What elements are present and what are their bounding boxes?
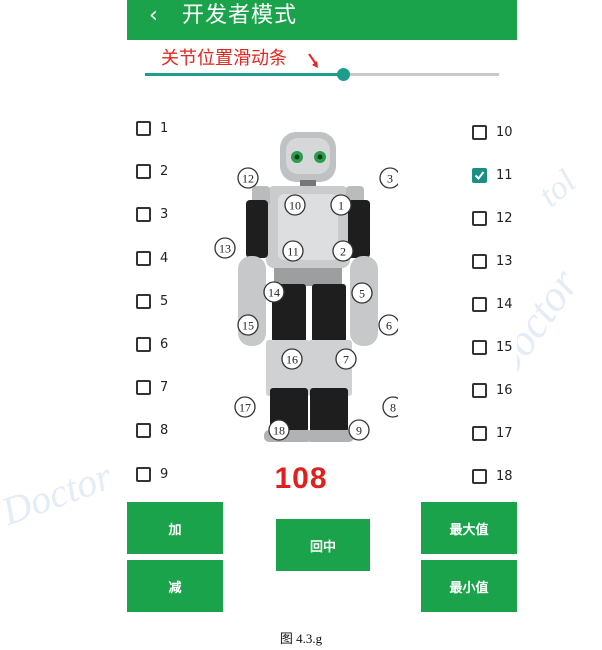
subtract-button[interactable]: 减 bbox=[127, 560, 223, 612]
svg-text:12: 12 bbox=[242, 172, 254, 186]
robot-illustration: 123456789101112131415161718 bbox=[214, 132, 398, 442]
joint-label-11: 11 bbox=[282, 240, 304, 262]
checkbox-unchecked-icon[interactable] bbox=[472, 125, 487, 140]
left-checkbox-2[interactable]: 2 bbox=[136, 164, 169, 180]
svg-text:10: 10 bbox=[289, 199, 301, 213]
joint-label-7: 7 bbox=[335, 348, 357, 370]
joint-label-8: 8 bbox=[382, 396, 398, 418]
checkbox-unchecked-icon[interactable] bbox=[136, 121, 151, 136]
slider-annotation: 关节位置滑动条 bbox=[161, 48, 287, 69]
svg-text:14: 14 bbox=[268, 286, 280, 300]
joint-label-6: 6 bbox=[378, 314, 398, 336]
checkbox-label: 2 bbox=[160, 164, 169, 180]
right-checkbox-11[interactable]: 11 bbox=[472, 168, 513, 183]
checkbox-label: 4 bbox=[160, 250, 169, 266]
right-checkbox-17[interactable]: 17 bbox=[472, 426, 513, 441]
checkbox-label: 6 bbox=[160, 337, 169, 352]
joint-label-13: 13 bbox=[214, 237, 236, 259]
checkbox-unchecked-icon[interactable] bbox=[136, 337, 151, 352]
checkbox-label: 11 bbox=[496, 168, 513, 183]
checkbox-unchecked-icon[interactable] bbox=[472, 254, 487, 269]
right-checkbox-14[interactable]: 14 bbox=[472, 297, 513, 312]
svg-text:15: 15 bbox=[242, 319, 254, 333]
joint-label-10: 10 bbox=[284, 194, 306, 216]
right-checkbox-10[interactable]: 10 bbox=[472, 125, 513, 140]
left-checkbox-5[interactable]: 5 bbox=[136, 293, 169, 309]
joint-label-15: 15 bbox=[237, 314, 259, 336]
app-bar: ‹ 开发者模式 bbox=[127, 0, 517, 40]
svg-text:18: 18 bbox=[273, 424, 285, 438]
slider-thumb[interactable] bbox=[337, 68, 351, 81]
checkbox-label: 1 bbox=[160, 121, 169, 136]
checkbox-label: 5 bbox=[160, 293, 169, 309]
left-checkbox-3[interactable]: 3 bbox=[136, 207, 169, 223]
page-title: 开发者模式 bbox=[182, 3, 298, 28]
checkbox-label: 10 bbox=[496, 125, 513, 140]
joint-value-display: 108 bbox=[274, 462, 328, 495]
joint-label-2: 2 bbox=[332, 240, 354, 262]
left-checkbox-6[interactable]: 6 bbox=[136, 337, 168, 352]
joint-label-14: 14 bbox=[263, 281, 285, 303]
joint-label-3: 3 bbox=[379, 167, 398, 189]
right-checkbox-12[interactable]: 12 bbox=[472, 211, 513, 226]
checkbox-unchecked-icon[interactable] bbox=[472, 383, 487, 398]
checkbox-unchecked-icon[interactable] bbox=[136, 423, 151, 439]
joint-position-slider[interactable] bbox=[145, 68, 499, 81]
svg-text:17: 17 bbox=[239, 401, 251, 415]
svg-text:11: 11 bbox=[287, 245, 299, 259]
checkbox-unchecked-icon[interactable] bbox=[136, 293, 151, 309]
svg-text:9: 9 bbox=[356, 424, 362, 438]
joint-label-12: 12 bbox=[237, 167, 259, 189]
right-checkbox-15[interactable]: 15 bbox=[472, 340, 513, 355]
checkbox-label: 16 bbox=[496, 383, 513, 398]
checkbox-unchecked-icon[interactable] bbox=[472, 340, 487, 355]
left-checkbox-4[interactable]: 4 bbox=[136, 250, 169, 266]
left-checkbox-7[interactable]: 7 bbox=[136, 380, 169, 396]
svg-text:2: 2 bbox=[340, 245, 346, 259]
checkbox-unchecked-icon[interactable] bbox=[472, 211, 487, 226]
center-button[interactable]: 回中 bbox=[276, 519, 370, 571]
joint-label-5: 5 bbox=[351, 282, 373, 304]
svg-text:13: 13 bbox=[219, 242, 231, 256]
right-checkbox-13[interactable]: 13 bbox=[472, 254, 513, 269]
checkbox-checked-icon[interactable] bbox=[472, 168, 487, 183]
checkbox-unchecked-icon[interactable] bbox=[136, 207, 151, 223]
svg-text:6: 6 bbox=[386, 319, 392, 333]
svg-text:16: 16 bbox=[286, 353, 298, 367]
checkbox-label: 12 bbox=[496, 211, 513, 226]
checkbox-label: 3 bbox=[160, 207, 169, 223]
left-checkbox-8[interactable]: 8 bbox=[136, 423, 169, 439]
checkbox-label: 7 bbox=[160, 380, 169, 396]
checkbox-unchecked-icon[interactable] bbox=[472, 297, 487, 312]
checkbox-label: 17 bbox=[496, 426, 513, 441]
svg-text:5: 5 bbox=[359, 287, 365, 301]
checkbox-unchecked-icon[interactable] bbox=[136, 380, 151, 396]
svg-text:8: 8 bbox=[390, 401, 396, 415]
min-value-button[interactable]: 最小值 bbox=[421, 560, 517, 612]
chevron-left-icon[interactable]: ‹ bbox=[149, 2, 158, 30]
max-value-button[interactable]: 最大值 bbox=[421, 502, 517, 554]
joint-label-16: 16 bbox=[281, 348, 303, 370]
joint-label-18: 18 bbox=[268, 419, 290, 441]
joint-label-17: 17 bbox=[234, 396, 256, 418]
watermark-top-right: tol bbox=[531, 162, 584, 215]
svg-text:1: 1 bbox=[338, 199, 344, 213]
figure-caption: 图 4.3.g bbox=[279, 631, 323, 646]
checkbox-label: 13 bbox=[496, 254, 513, 269]
checkbox-unchecked-icon[interactable] bbox=[136, 164, 151, 180]
svg-text:7: 7 bbox=[343, 353, 349, 367]
checkbox-label: 8 bbox=[160, 423, 169, 439]
checkbox-unchecked-icon[interactable] bbox=[136, 250, 151, 266]
joint-label-9: 9 bbox=[348, 419, 370, 441]
annotation-arrow-icon bbox=[308, 53, 318, 68]
joint-label-1: 1 bbox=[330, 194, 352, 216]
checkbox-label: 14 bbox=[496, 297, 513, 312]
right-checkbox-16[interactable]: 16 bbox=[472, 383, 513, 398]
svg-text:3: 3 bbox=[387, 172, 393, 186]
checkbox-unchecked-icon[interactable] bbox=[472, 426, 487, 441]
add-button[interactable]: 加 bbox=[127, 502, 223, 554]
left-checkbox-1[interactable]: 1 bbox=[136, 121, 168, 136]
checkbox-label: 15 bbox=[496, 340, 513, 355]
slider-fill bbox=[145, 73, 344, 76]
